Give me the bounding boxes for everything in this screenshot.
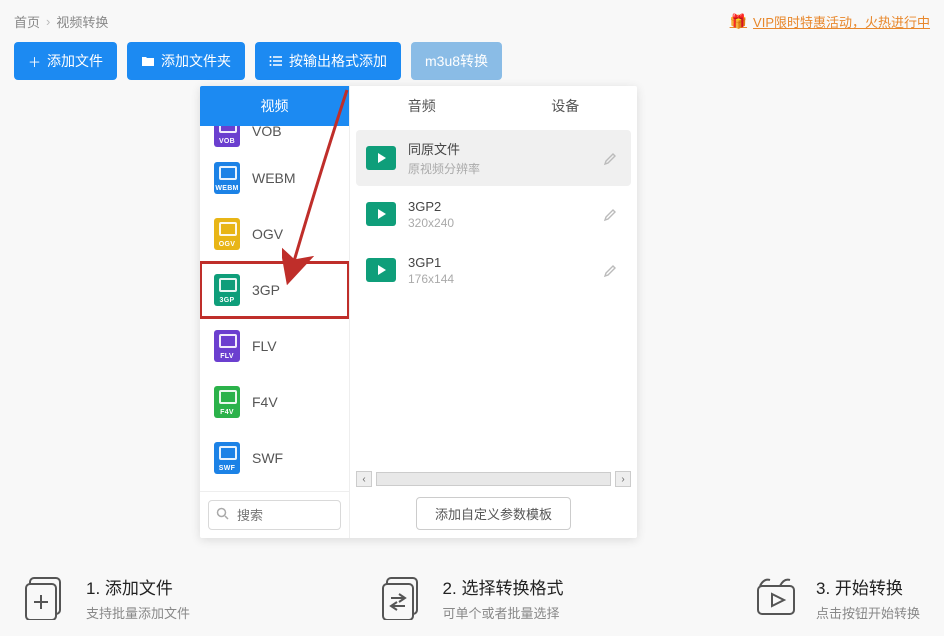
tab-video[interactable]: 视频 [200,86,349,126]
steps: 1. 添加文件 支持批量添加文件 2. 选择转换格式 可单个或者批量选择 3. … [0,574,944,622]
format-item-label: WEBM [252,170,296,186]
step-3-sub: 点击按钮开始转换 [816,603,920,622]
edit-icon[interactable] [601,204,621,224]
add-folder-label: 添加文件夹 [161,51,231,71]
list-icon [269,55,283,67]
format-item-3gp[interactable]: 3GP 3GP [200,262,349,318]
preset-title: 3GP2 [408,199,454,214]
video-preset-icon [366,146,396,170]
breadcrumb-home[interactable]: 首页 [14,12,40,31]
format-item-webm[interactable]: WEBM WEBM [200,150,349,206]
preset-sub: 320x240 [408,216,454,230]
preset-title: 同原文件 [408,139,480,158]
video-preset-icon [366,202,396,226]
vip-link[interactable]: 🎁 VIP限时特惠活动，火热进行中 [730,12,930,31]
step-3: 3. 开始转换 点击按钮开始转换 [754,574,920,622]
preset-item[interactable]: 同原文件原视频分辨率 [356,130,631,186]
preset-item[interactable]: 3GP1 176x144 [356,242,631,298]
folder-icon [141,55,155,67]
format-item-flv[interactable]: FLV FLV [200,318,349,374]
tab-video-label: 视频 [261,96,289,116]
add-custom-preset-button[interactable]: 添加自定义参数模板 [416,497,571,530]
breadcrumb-current: 视频转换 [56,12,108,31]
tab-audio-label: 音频 [408,96,436,116]
add-by-format-button[interactable]: 按输出格式添加 [255,42,401,80]
scroll-left-button[interactable]: ‹ [356,471,372,487]
add-file-label: 添加文件 [47,51,103,71]
file-format-icon: WEBM [214,162,240,194]
step-3-title: 3. 开始转换 [816,574,920,599]
step-1-title: 1. 添加文件 [86,574,190,599]
tab-audio[interactable]: 音频 [350,86,494,126]
preset-list: 同原文件原视频分辨率 3GP2 320x240 3GP1 176x144 [350,126,637,469]
format-subtabs: 音频 设备 [350,86,637,126]
gift-icon: 🎁 [730,13,747,30]
preset-title: 3GP1 [408,255,454,270]
format-item-label: F4V [252,394,278,410]
format-panel-right: 音频 设备 同原文件原视频分辨率 3GP2 320x240 3GP1 176x144 ‹… [350,86,637,538]
step-2-title: 2. 选择转换格式 [443,574,564,599]
add-by-format-label: 按输出格式添加 [289,51,387,71]
scroll-right-button[interactable]: › [615,471,631,487]
file-format-icon: OGV [214,218,240,250]
format-item-label: 3GP [252,282,280,298]
choose-format-step-icon [381,576,429,620]
preset-sub: 原视频分辨率 [408,160,480,177]
step-2-sub: 可单个或者批量选择 [443,603,564,622]
format-item-swf[interactable]: SWF SWF [200,430,349,486]
m3u8-label: m3u8转换 [425,51,488,71]
preset-item[interactable]: 3GP2 320x240 [356,186,631,242]
plus-icon: ＋ [28,52,41,71]
file-format-icon: FLV [214,330,240,362]
tab-device[interactable]: 设备 [494,86,638,126]
edit-icon[interactable] [601,148,621,168]
breadcrumb: 首页 › 视频转换 🎁 VIP限时特惠活动，火热进行中 [0,0,944,42]
video-preset-icon [366,258,396,282]
step-2: 2. 选择转换格式 可单个或者批量选择 [381,574,564,622]
format-item-label: SWF [252,450,283,466]
add-file-step-icon [24,576,72,620]
format-item-label: VOB [252,126,282,139]
format-search-wrap [200,491,349,538]
add-file-button[interactable]: ＋ 添加文件 [14,42,117,80]
step-1-sub: 支持批量添加文件 [86,603,190,622]
search-icon [216,507,229,523]
chevron-right-icon: › [46,14,50,29]
format-item-vob[interactable]: VOB VOB [200,126,349,150]
preset-sub: 176x144 [408,272,454,286]
format-panel: 视频 VOBVOBWEBMWEBMOGVOGV3GP3GPFLVFLVF4VF4… [200,86,637,538]
tab-device-label: 设备 [551,96,579,116]
file-format-icon: VOB [214,126,240,147]
file-format-icon: F4V [214,386,240,418]
format-panel-left: 视频 VOBVOBWEBMWEBMOGVOGV3GP3GPFLVFLVF4VF4… [200,86,350,538]
scroll-track[interactable] [376,472,611,486]
format-item-label: FLV [252,338,277,354]
edit-icon[interactable] [601,260,621,280]
add-custom-preset-label: 添加自定义参数模板 [435,507,552,522]
toolbar: ＋ 添加文件 添加文件夹 按输出格式添加 m3u8转换 [0,42,944,92]
vip-link-text: VIP限时特惠活动，火热进行中 [753,12,930,31]
preset-hscroll: ‹ › [350,469,637,489]
format-item-f4v[interactable]: F4V F4V [200,374,349,430]
add-folder-button[interactable]: 添加文件夹 [127,42,245,80]
file-format-icon: SWF [214,442,240,474]
step-1: 1. 添加文件 支持批量添加文件 [24,574,190,622]
format-item-ogv[interactable]: OGV OGV [200,206,349,262]
m3u8-button[interactable]: m3u8转换 [411,42,502,80]
format-list[interactable]: VOB VOB WEBM WEBM OGV OGV 3GP 3GP FLV FLV F4V F4V SW… [200,126,349,491]
file-format-icon: 3GP [214,274,240,306]
format-category-tabs: 视频 [200,86,349,126]
start-convert-step-icon [754,576,802,620]
format-item-label: OGV [252,226,283,242]
